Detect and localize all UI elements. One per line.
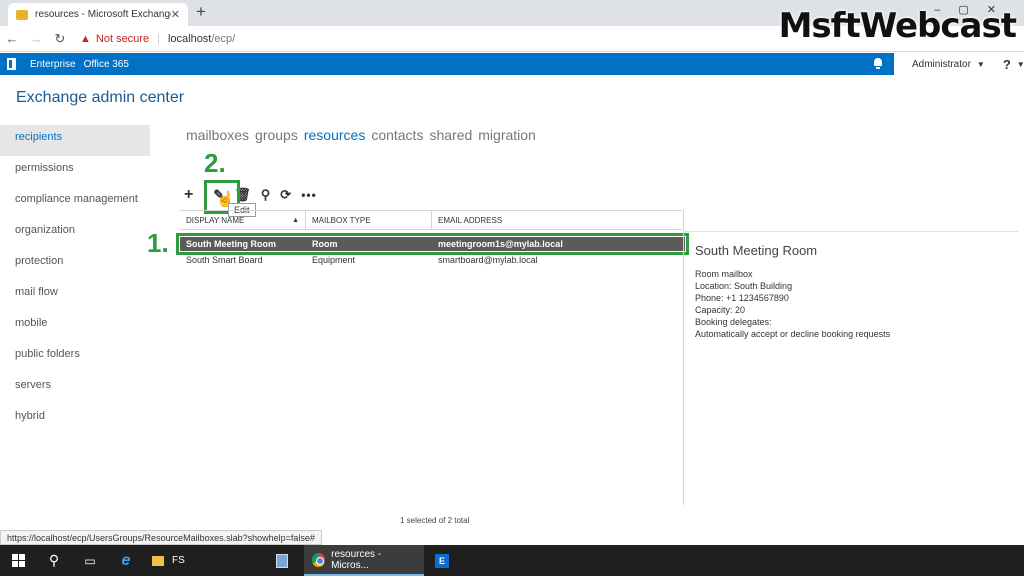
column-header-display-name[interactable]: DISPLAY NAME ▲ <box>180 211 306 229</box>
internet-explorer-icon[interactable]: e <box>108 545 144 576</box>
screen: { "browser": { "tab_title": "resources -… <box>0 0 1024 576</box>
taskbar-explorer-label: FS <box>172 555 185 566</box>
warning-icon: ▲ <box>80 32 91 45</box>
sort-ascending-icon: ▲ <box>292 216 299 224</box>
nav-item-recipients[interactable]: recipients <box>0 125 150 156</box>
recipient-subtabs: mailboxes groups resources contacts shar… <box>186 127 542 143</box>
windows-logo-icon <box>11 554 25 567</box>
details-line: Room mailbox <box>695 269 753 279</box>
table-header: DISPLAY NAME ▲ MAILBOX TYPE EMAIL ADDRESS <box>180 210 682 230</box>
nav-item-protection[interactable]: protection <box>0 249 150 280</box>
folder-icon <box>152 555 164 566</box>
back-icon[interactable]: ← <box>0 31 24 46</box>
tab-title: resources - Microsoft Exchange <box>35 9 171 20</box>
not-secure-label: Not secure <box>95 32 150 45</box>
tab-shared[interactable]: shared <box>429 127 472 143</box>
close-tab-icon[interactable]: ✕ <box>171 8 180 21</box>
details-line: Phone: +1 1234567890 <box>695 293 789 303</box>
cell-display-name: South Smart Board <box>186 255 263 265</box>
office365-link[interactable]: Office 365 <box>84 59 129 70</box>
cell-mailbox-type: Room <box>312 239 338 249</box>
details-line: Automatically accept or decline booking … <box>695 329 891 339</box>
tab-migration[interactable]: migration <box>478 127 536 143</box>
step-2-annotation: 2. <box>204 148 226 178</box>
office-logo-icon[interactable] <box>0 53 22 75</box>
details-header-line <box>683 231 1018 232</box>
nav-item-permissions[interactable]: permissions <box>0 156 150 187</box>
enterprise-link[interactable]: Enterprise <box>30 59 76 70</box>
details-line: Booking delegates: <box>695 317 772 327</box>
cell-display-name: South Meeting Room <box>186 239 276 249</box>
nav-item-compliance-management[interactable]: compliance management <box>0 187 150 218</box>
start-button[interactable] <box>0 545 36 576</box>
reload-icon[interactable]: ↻ <box>48 31 72 47</box>
taskbar-chrome[interactable]: resources - Micros... <box>304 545 424 576</box>
chrome-icon <box>312 552 326 567</box>
nav-item-mail-flow[interactable]: mail flow <box>0 280 150 311</box>
omnibox[interactable]: ▲ Not secure | localhost/ecp/ <box>80 29 235 49</box>
url-text: localhost/ecp/ <box>167 32 236 45</box>
cell-email-address: smartboard@mylab.local <box>438 255 538 265</box>
tab-contacts[interactable]: contacts <box>371 127 423 143</box>
details-title: South Meeting Room <box>695 243 818 258</box>
taskbar-file-explorer[interactable]: FS <box>144 545 254 576</box>
cell-email-address: meetingroom1s@mylab.local <box>438 239 563 249</box>
chevron-down-icon: ▼ <box>976 59 985 69</box>
task-view-icon[interactable]: ▭ <box>72 545 108 576</box>
add-icon[interactable]: + <box>184 186 193 204</box>
selection-status: 1 selected of 2 total <box>400 516 470 525</box>
search-icon[interactable]: ⚲ <box>261 187 271 203</box>
nav-item-servers[interactable]: servers <box>0 373 150 404</box>
exchange-shell-icon[interactable]: E <box>424 545 460 576</box>
status-url-bubble: https://localhost/ecp/UsersGroups/Resour… <box>0 530 322 545</box>
help-button[interactable]: ? <box>1003 57 1011 72</box>
new-tab-button[interactable]: + <box>196 2 206 22</box>
resources-table: DISPLAY NAME ▲ MAILBOX TYPE EMAIL ADDRESS… <box>176 210 689 267</box>
nav-item-organization[interactable]: organization <box>0 218 150 249</box>
details-pane: South Meeting Room Room mailbox Location… <box>695 243 890 340</box>
server-manager-icon[interactable] <box>264 545 300 576</box>
watermark-logo: MsftWebcast <box>778 6 1017 46</box>
details-divider <box>683 210 684 505</box>
nav-item-hybrid[interactable]: hybrid <box>0 404 150 435</box>
forward-icon[interactable]: → <box>24 31 48 46</box>
nav-item-mobile[interactable]: mobile <box>0 311 150 342</box>
user-name: Administrator <box>912 58 971 70</box>
table-row[interactable]: South Meeting Room Room meetingroom1s@my… <box>176 233 689 255</box>
page-title: Exchange admin center <box>16 89 185 106</box>
cell-mailbox-type: Equipment <box>312 255 356 265</box>
tab-groups[interactable]: groups <box>255 127 298 143</box>
refresh-icon[interactable]: ⟳ <box>280 187 291 203</box>
nav-item-public-folders[interactable]: public folders <box>0 342 150 373</box>
office-nav-bar: Enterprise Office 365 Administrator ▼ ? … <box>0 53 1024 75</box>
column-header-mailbox-type[interactable]: MAILBOX TYPE <box>306 211 432 229</box>
user-menu[interactable]: Administrator ▼ ? ▼ <box>894 53 1024 75</box>
tab-mailboxes[interactable]: mailboxes <box>186 127 249 143</box>
notification-bell-icon[interactable] <box>872 57 884 69</box>
left-nav: recipients permissions compliance manage… <box>0 125 150 435</box>
chevron-down-icon: ▼ <box>1016 59 1024 69</box>
details-line: Location: South Building <box>695 281 793 291</box>
windows-taskbar: ⚲ ▭ e FS resources - Micros... E <box>0 545 1024 576</box>
browser-tab[interactable]: resources - Microsoft Exchange ✕ <box>8 3 188 26</box>
table-row[interactable]: South Smart Board Equipment smartboard@m… <box>180 253 682 267</box>
column-header-email-address[interactable]: EMAIL ADDRESS <box>432 211 682 229</box>
taskbar-chrome-label: resources - Micros... <box>331 548 382 571</box>
step-1-annotation: 1. <box>147 228 169 258</box>
details-line: Capacity: 20 <box>695 305 746 315</box>
tab-resources[interactable]: resources <box>304 127 365 143</box>
exchange-favicon-icon <box>16 9 28 20</box>
search-icon[interactable]: ⚲ <box>36 545 72 576</box>
more-options-icon[interactable]: ••• <box>301 188 317 202</box>
